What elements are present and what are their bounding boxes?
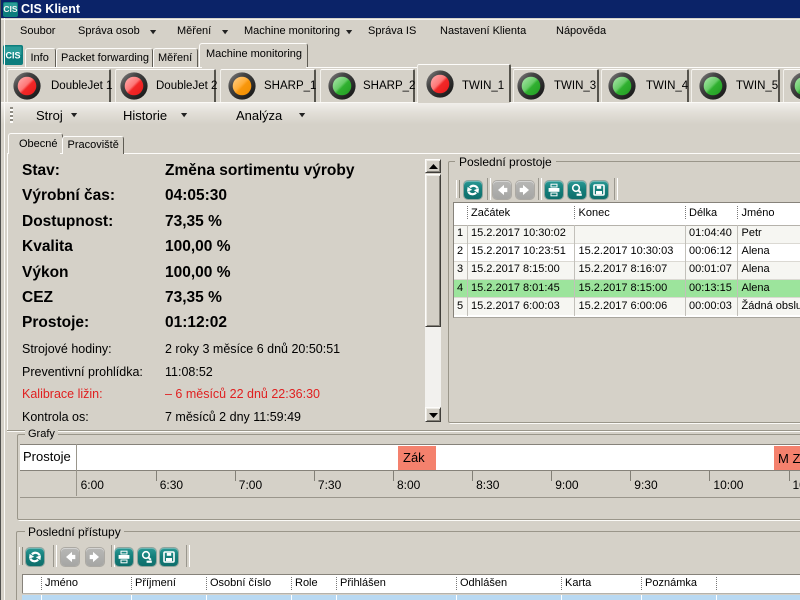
svg-text:CIS: CIS <box>5 51 20 61</box>
svg-text:CIS: CIS <box>3 4 18 14</box>
